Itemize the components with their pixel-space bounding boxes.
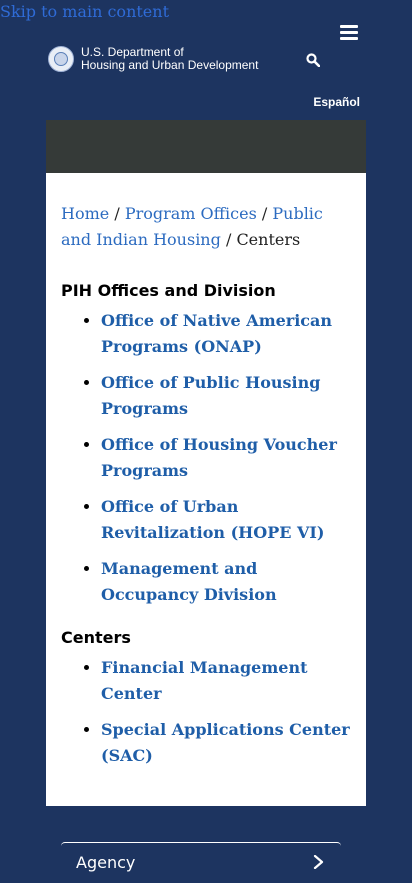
hud-seal-logo	[48, 46, 74, 72]
breadcrumb: Home / Program Offices / Public and Indi…	[61, 201, 351, 253]
list-item: Financial Management Center	[101, 655, 351, 707]
breadcrumb-separator: /	[225, 230, 232, 249]
agency-accordion-toggle[interactable]: Agency	[61, 842, 341, 883]
agency-name: U.S. Department of Housing and Urban Dev…	[81, 46, 258, 72]
list-item: Management and Occupancy Division	[101, 556, 351, 608]
list-item: Special Applications Center (SAC)	[101, 717, 351, 769]
link-housing-voucher-programs[interactable]: Office of Housing Voucher Programs	[101, 435, 337, 480]
accordion-label: Agency	[76, 853, 136, 872]
link-public-housing-programs[interactable]: Office of Public Housing Programs	[101, 373, 320, 418]
agency-name-line-2: Housing and Urban Development	[81, 58, 259, 72]
link-urban-revitalization[interactable]: Office of Urban Revitalization (HOPE VI)	[101, 497, 324, 542]
chevron-right-icon	[313, 854, 325, 870]
skip-to-main-content-link[interactable]: Skip to main content	[0, 2, 169, 21]
link-financial-management-center[interactable]: Financial Management Center	[101, 658, 307, 703]
language-toggle-link[interactable]: Español	[313, 95, 360, 109]
list-item: Office of Public Housing Programs	[101, 370, 351, 422]
link-onap[interactable]: Office of Native American Programs (ONAP…	[101, 311, 332, 356]
breadcrumb-separator: /	[261, 204, 268, 223]
main-content-card: Home / Program Offices / Public and Indi…	[46, 173, 366, 806]
page-header-band	[46, 120, 366, 173]
centers-list: Financial Management Center Special Appl…	[61, 655, 351, 769]
pih-offices-list: Office of Native American Programs (ONAP…	[61, 308, 351, 608]
list-item: Office of Urban Revitalization (HOPE VI)	[101, 494, 351, 546]
breadcrumb-home[interactable]: Home	[61, 204, 109, 223]
section-title-pih-offices: PIH Offices and Division	[61, 281, 276, 300]
breadcrumb-separator: /	[114, 204, 120, 223]
section-title-centers: Centers	[61, 628, 131, 647]
list-item: Office of Native American Programs (ONAP…	[101, 308, 351, 360]
breadcrumb-current: Centers	[236, 230, 301, 249]
breadcrumb-program-offices[interactable]: Program Offices	[125, 204, 257, 223]
list-item: Office of Housing Voucher Programs	[101, 432, 351, 484]
agency-brand[interactable]: U.S. Department of Housing and Urban Dev…	[48, 46, 258, 72]
link-management-occupancy-division[interactable]: Management and Occupancy Division	[101, 559, 277, 604]
link-special-applications-center[interactable]: Special Applications Center (SAC)	[101, 720, 350, 765]
hamburger-menu-icon[interactable]	[340, 23, 358, 41]
search-icon[interactable]	[306, 52, 321, 68]
